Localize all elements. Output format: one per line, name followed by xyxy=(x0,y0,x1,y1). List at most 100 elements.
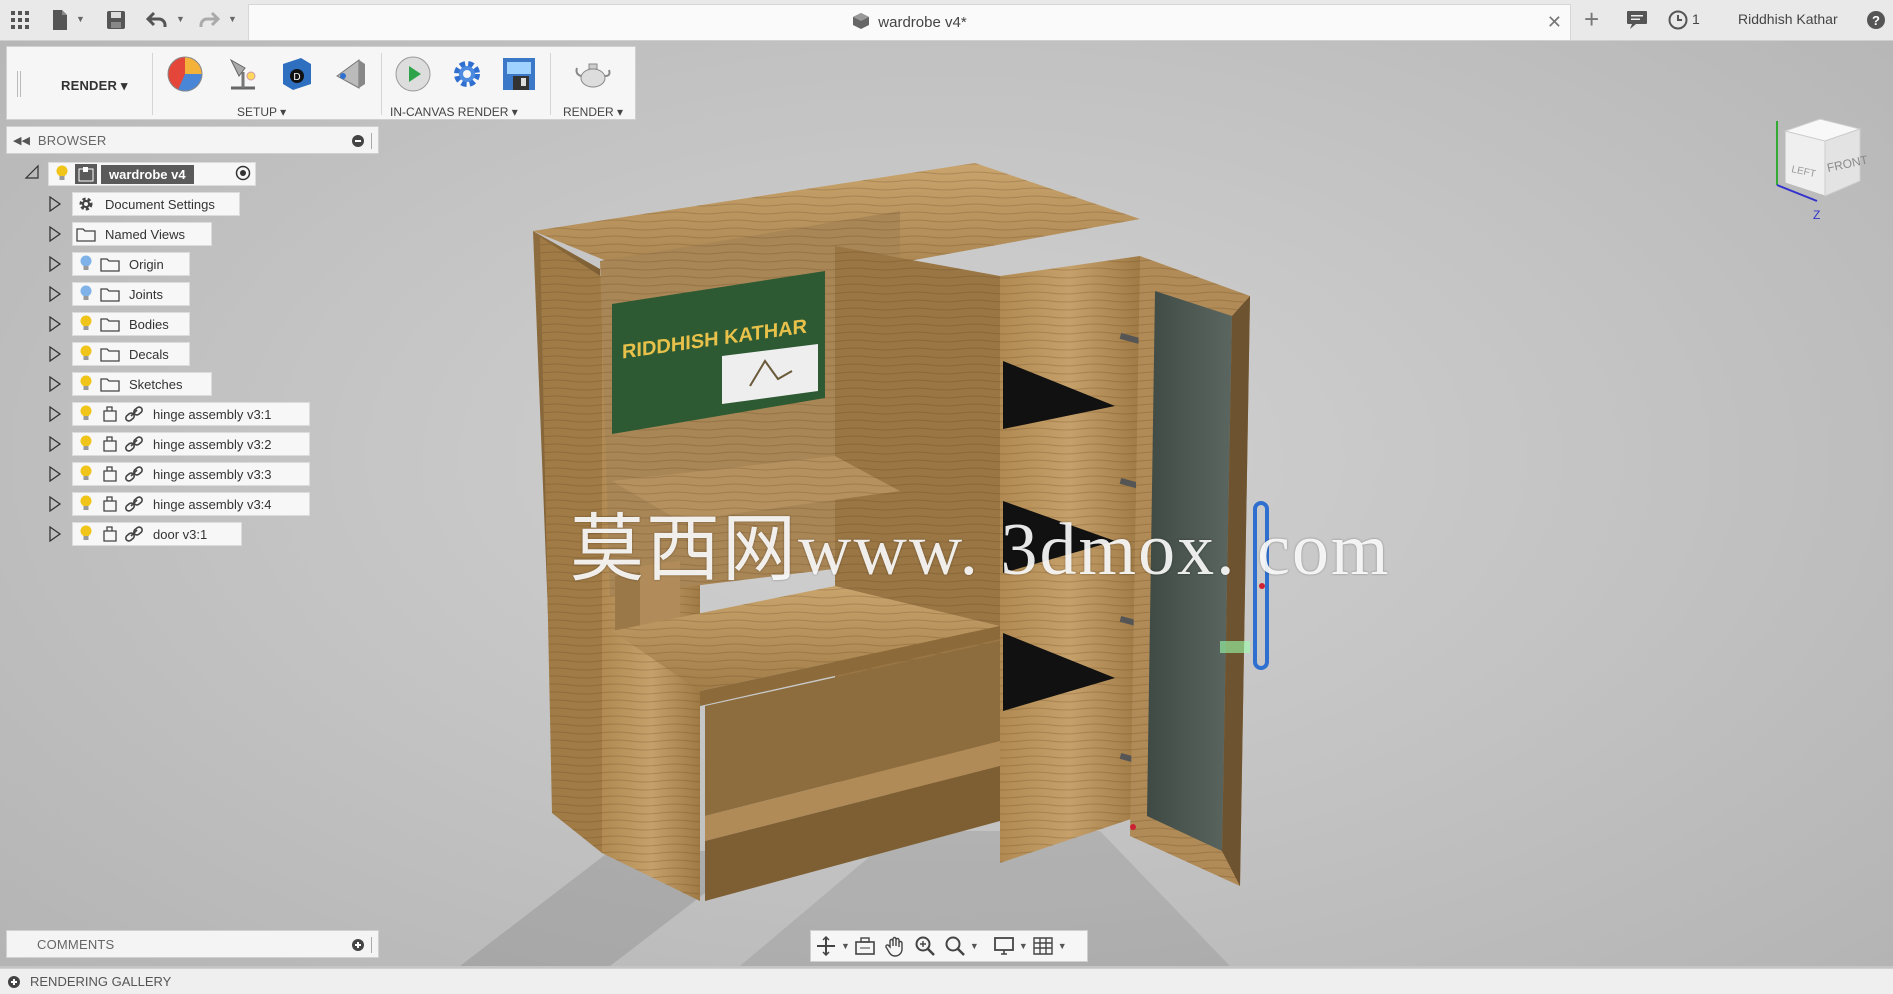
expand-arrow-icon[interactable] xyxy=(48,285,62,303)
lightbulb-on-icon[interactable] xyxy=(75,494,97,514)
workspace-switcher[interactable]: RENDER ▾ xyxy=(61,78,128,94)
decal-tool-button[interactable]: D xyxy=(275,53,319,95)
svg-text:D: D xyxy=(293,72,300,83)
expand-arrow-icon[interactable] xyxy=(48,495,62,513)
expand-arrow-icon[interactable] xyxy=(48,255,62,273)
expand-arrow-icon[interactable] xyxy=(48,345,62,363)
browser-pin-icon[interactable] xyxy=(352,135,364,147)
app-grid-icon[interactable] xyxy=(8,8,32,32)
fit-zoom-icon[interactable] xyxy=(940,932,970,960)
lightbulb-off-icon[interactable] xyxy=(75,284,97,304)
component-icon xyxy=(99,494,121,514)
texture-map-tool-button[interactable] xyxy=(329,53,373,95)
view-cube[interactable]: FRONT LEFT Z xyxy=(1765,101,1885,231)
expand-arrow-icon[interactable] xyxy=(48,405,62,423)
lightbulb-on-icon[interactable] xyxy=(75,434,97,454)
lightbulb-on-icon[interactable] xyxy=(75,344,97,364)
component-icon xyxy=(99,524,121,544)
user-account-name[interactable]: Riddhish Kathar xyxy=(1738,11,1838,27)
in-canvas-render-icon xyxy=(395,56,431,92)
redo-caret-icon[interactable]: ▼ xyxy=(228,14,237,24)
setup-group-label[interactable]: SETUP ▾ xyxy=(237,105,286,119)
save-icon[interactable] xyxy=(104,8,128,32)
lightbulb-on-icon[interactable] xyxy=(75,464,97,484)
render-settings-icon xyxy=(454,61,480,87)
orbit-caret-icon[interactable]: ▼ xyxy=(841,941,850,951)
pan-icon[interactable] xyxy=(880,932,910,960)
capture-image-tool-button[interactable] xyxy=(497,53,541,95)
lightbulb-off-icon[interactable] xyxy=(75,254,97,274)
browser-panel-header[interactable]: ◀◀ BROWSER xyxy=(6,126,379,154)
help-icon[interactable]: ? xyxy=(1864,8,1888,32)
file-menu-caret-icon[interactable]: ▼ xyxy=(76,14,85,24)
display-settings-icon[interactable] xyxy=(989,932,1019,960)
expand-arrow-icon[interactable] xyxy=(48,375,62,393)
tree-item-node[interactable]: Document Settings xyxy=(72,192,240,216)
expand-arrow-icon[interactable] xyxy=(48,315,62,333)
orbit-icon[interactable] xyxy=(811,932,841,960)
appearance-tool-button[interactable] xyxy=(163,53,207,95)
tree-item-node[interactable]: hinge assembly v3:1 xyxy=(72,402,310,426)
expand-arrow-icon[interactable] xyxy=(48,435,62,453)
render-settings-tool-button[interactable] xyxy=(445,53,489,95)
tree-item-node[interactable]: Decals xyxy=(72,342,190,366)
document-tab[interactable]: wardrobe v4* ✕ xyxy=(248,4,1571,40)
grid-caret-icon[interactable]: ▼ xyxy=(1058,941,1067,951)
comments-panel-header[interactable]: COMMENTS xyxy=(6,930,379,958)
expand-gallery-icon[interactable] xyxy=(8,975,20,988)
in-canvas-render-group-label[interactable]: IN-CANVAS RENDER ▾ xyxy=(390,105,518,119)
panel-resize-handle[interactable] xyxy=(371,133,374,149)
folder-icon xyxy=(99,254,121,274)
expand-arrow-icon[interactable] xyxy=(48,195,62,213)
expand-arrow-icon[interactable] xyxy=(48,525,62,543)
tree-item-node[interactable]: hinge assembly v3:2 xyxy=(72,432,310,456)
activate-component-icon[interactable] xyxy=(235,165,251,184)
lightbulb-on-icon[interactable] xyxy=(75,524,97,544)
lightbulb-on-icon[interactable] xyxy=(51,164,73,184)
render-tool-button[interactable] xyxy=(571,53,615,95)
file-menu-icon[interactable] xyxy=(48,8,72,32)
tree-root-label: wardrobe v4 xyxy=(101,164,194,184)
expand-arrow-icon[interactable] xyxy=(48,225,62,243)
expand-arrow-icon[interactable] xyxy=(48,465,62,483)
job-status-icon[interactable] xyxy=(1666,8,1690,32)
tree-item-node[interactable]: door v3:1 xyxy=(72,522,242,546)
zoom-icon[interactable] xyxy=(910,932,940,960)
tree-item-label: Origin xyxy=(129,256,164,272)
new-tab-button[interactable]: + xyxy=(1584,6,1599,32)
undo-icon[interactable] xyxy=(145,8,169,32)
render-group-label[interactable]: RENDER ▾ xyxy=(563,105,623,119)
display-caret-icon[interactable]: ▼ xyxy=(1019,941,1028,951)
tree-item-node[interactable]: hinge assembly v3:4 xyxy=(72,492,310,516)
tree-item-node[interactable]: Sketches xyxy=(72,372,212,396)
tree-root-collapse-icon[interactable] xyxy=(24,164,40,183)
lightbulb-on-icon[interactable] xyxy=(75,404,97,424)
lightbulb-on-icon[interactable] xyxy=(75,314,97,334)
tree-root-node[interactable]: wardrobe v4 xyxy=(48,162,256,186)
undo-caret-icon[interactable]: ▼ xyxy=(176,14,185,24)
grid-settings-icon[interactable] xyxy=(1028,932,1058,960)
tree-item-node[interactable]: Origin xyxy=(72,252,190,276)
tree-item-node[interactable]: hinge assembly v3:3 xyxy=(72,462,310,486)
lightbulb-on-icon[interactable] xyxy=(75,374,97,394)
panel-resize-handle[interactable] xyxy=(371,937,374,953)
zoom-caret-icon[interactable]: ▼ xyxy=(970,941,979,951)
add-comment-icon[interactable] xyxy=(352,939,364,951)
link-icon xyxy=(123,494,145,514)
collapse-panel-icon[interactable]: ◀◀ xyxy=(13,134,30,147)
tree-item-node[interactable]: Bodies xyxy=(72,312,190,336)
close-tab-icon[interactable]: ✕ xyxy=(1547,12,1562,33)
toolbar-grip[interactable] xyxy=(17,71,21,97)
link-icon xyxy=(123,464,145,484)
in-canvas-render-tool-button[interactable] xyxy=(391,53,435,95)
redo-icon[interactable] xyxy=(197,8,221,32)
tree-item-node[interactable]: Joints xyxy=(72,282,190,306)
look-at-icon[interactable] xyxy=(850,932,880,960)
toolbar-divider xyxy=(152,53,153,115)
rendering-gallery-bar[interactable]: RENDERING GALLERY xyxy=(0,968,1893,994)
scene-settings-tool-button[interactable] xyxy=(221,53,265,95)
tree-item-node[interactable]: Named Views xyxy=(72,222,212,246)
tree-item-label: Sketches xyxy=(129,376,183,392)
job-count[interactable]: 1 xyxy=(1692,11,1700,27)
notifications-icon[interactable] xyxy=(1625,8,1649,32)
